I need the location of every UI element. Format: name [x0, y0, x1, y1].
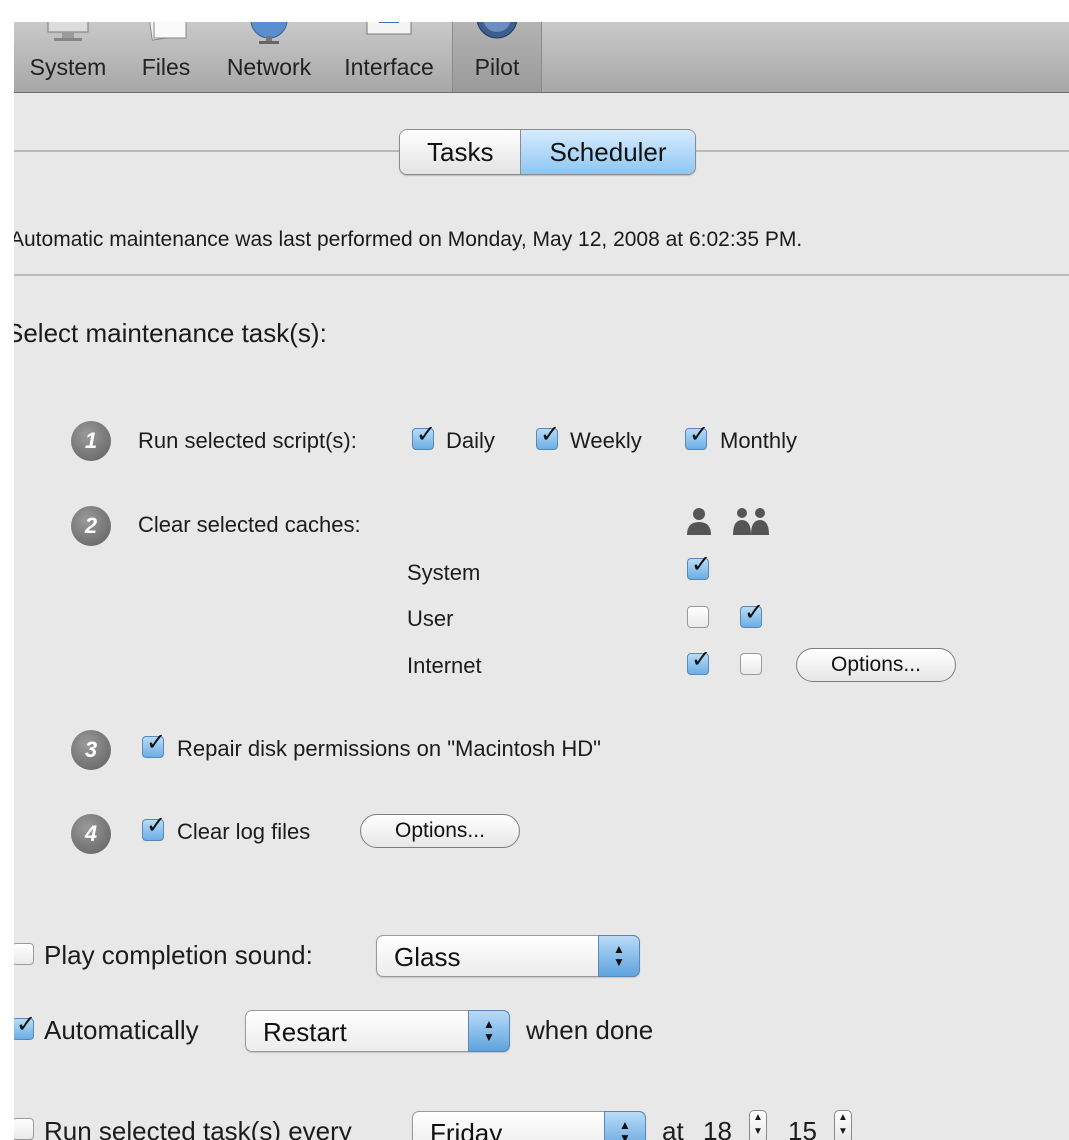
auto-action-popup[interactable]: Restart ▲ ▼ [245, 1010, 510, 1052]
popup-arrows-icon: ▲ ▼ [468, 1010, 510, 1052]
toolbar-item-system[interactable]: System [16, 22, 120, 92]
repair-permissions-checkbox[interactable]: ✓ [142, 731, 166, 758]
clock-icon [476, 22, 518, 39]
completion-sound-checkbox[interactable] [14, 943, 34, 965]
cache-system-label: System [407, 560, 481, 585]
toolbar-item-network[interactable]: Network [214, 22, 324, 92]
weekly-checkbox[interactable]: ✓ [536, 423, 560, 450]
auto-action-checkbox[interactable]: ✓ [14, 1013, 36, 1040]
schedule-minute-value: 15 [788, 1116, 817, 1140]
schedule-day-popup[interactable]: Friday ▲ ▼ [412, 1111, 646, 1140]
schedule-label: Run selected task(s) every [44, 1116, 352, 1140]
popup-value: Restart [263, 1017, 347, 1047]
popup-arrows-icon: ▲ ▼ [604, 1111, 646, 1140]
checkmark-icon: ✓ [689, 421, 710, 448]
cache-user-label: User [407, 606, 454, 631]
globe-icon [250, 22, 288, 44]
system-cache-user-checkbox[interactable]: ✓ [687, 553, 711, 580]
toolbar-item-label: Pilot [474, 54, 520, 80]
checkmark-icon: ✓ [146, 812, 167, 839]
weekly-label: Weekly [570, 428, 642, 453]
run-scripts-label: Run selected script(s): [138, 428, 357, 453]
last-maintenance-status: Automatic maintenance was last performed… [14, 228, 803, 251]
completion-sound-label: Play completion sound: [44, 940, 313, 970]
checkmark-icon: ✓ [691, 646, 712, 673]
toolbar: System Files Network Interface Pilot [14, 22, 1069, 93]
user-icon [687, 508, 711, 535]
checkmark-icon: ✓ [146, 729, 167, 756]
daily-checkbox[interactable]: ✓ [412, 423, 436, 450]
popup-value: Friday [430, 1118, 503, 1140]
schedule-checkbox[interactable] [14, 1118, 34, 1140]
window-icon [366, 22, 412, 35]
minute-stepper[interactable]: ▲ ▼ [834, 1110, 852, 1140]
step-2-badge: 2 [71, 506, 111, 546]
schedule-at-label: at [662, 1116, 684, 1140]
step-1-badge: 1 [71, 421, 111, 461]
tab-tasks[interactable]: Tasks [400, 130, 521, 174]
toolbar-item-label: System [29, 54, 107, 80]
monitor-icon [47, 22, 89, 41]
toolbar-item-pilot[interactable]: Pilot [452, 22, 542, 92]
group-icon [733, 508, 769, 535]
cache-options-button[interactable]: Options... [796, 648, 956, 682]
toolbar-item-label: Files [141, 54, 191, 80]
step-3-badge: 3 [71, 730, 111, 770]
auto-action-label: Automatically [44, 1015, 199, 1045]
toolbar-item-label: Network [226, 54, 312, 80]
checkmark-icon: ✓ [416, 421, 437, 448]
checkmark-icon: ✓ [540, 421, 561, 448]
repair-permissions-label: Repair disk permissions on "Macintosh HD… [177, 736, 601, 761]
toolbar-item-files[interactable]: Files [128, 22, 204, 92]
when-done-label: when done [526, 1015, 654, 1045]
popup-arrows-icon: ▲ ▼ [598, 935, 640, 977]
toolbar-item-interface[interactable]: Interface [334, 22, 444, 92]
section-title: Select maintenance task(s): [14, 318, 327, 348]
step-4-badge: 4 [71, 814, 111, 854]
internet-cache-user-checkbox[interactable]: ✓ [687, 648, 711, 675]
tab-bar: Tasks Scheduler [399, 129, 696, 175]
checkmark-icon: ✓ [691, 551, 712, 578]
popup-value: Glass [394, 942, 461, 972]
files-icon [147, 22, 187, 41]
monthly-checkbox[interactable]: ✓ [685, 423, 709, 450]
clear-logs-checkbox[interactable]: ✓ [142, 814, 166, 841]
schedule-hour-value: 18 [703, 1116, 732, 1140]
tab-scheduler[interactable]: Scheduler [520, 130, 695, 174]
clear-caches-label: Clear selected caches: [138, 512, 361, 537]
monthly-label: Monthly [720, 428, 798, 453]
user-cache-group-checkbox[interactable]: ✓ [740, 601, 764, 628]
toolbar-item-label: Interface [344, 54, 434, 80]
hour-stepper[interactable]: ▲ ▼ [749, 1110, 767, 1140]
daily-label: Daily [446, 428, 495, 453]
checkmark-icon: ✓ [744, 599, 765, 626]
completion-sound-popup[interactable]: Glass ▲ ▼ [376, 935, 640, 977]
checkmark-icon: ✓ [16, 1011, 37, 1038]
cache-internet-label: Internet [407, 653, 482, 678]
clear-logs-label: Clear log files [177, 819, 311, 844]
user-cache-user-checkbox[interactable] [687, 606, 709, 628]
internet-cache-group-checkbox[interactable] [740, 653, 762, 675]
preferences-window: System Files Network Interface Pilot Tas… [14, 22, 1069, 1140]
log-options-button[interactable]: Options... [360, 814, 520, 848]
separator [14, 274, 1069, 276]
